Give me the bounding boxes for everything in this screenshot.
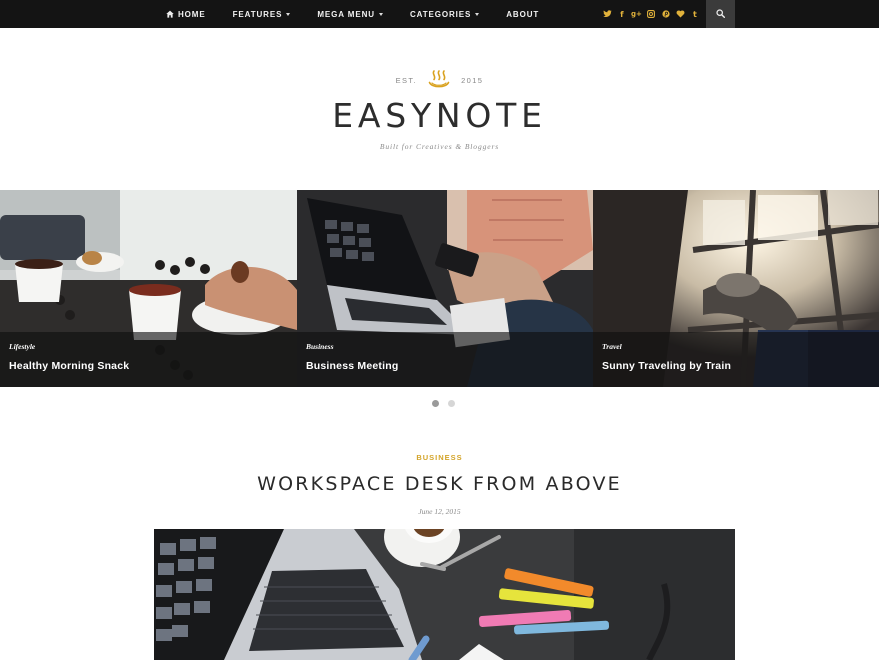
nav-features-label: FEATURES: [232, 9, 283, 19]
est-year: 2015: [461, 75, 484, 85]
chevron-down-icon: [286, 12, 291, 16]
site-title[interactable]: EASYNOTE: [0, 96, 879, 135]
heart-icon[interactable]: [673, 0, 688, 28]
slide-category[interactable]: Travel: [602, 342, 622, 351]
post-category[interactable]: BUSINESS: [0, 453, 879, 462]
steam-logo-icon: [428, 70, 450, 90]
site-tagline: Built for Creatives & Bloggers: [379, 142, 500, 151]
nav-categories-label: CATEGORIES: [409, 9, 472, 19]
social-links: f g+ t: [600, 0, 702, 28]
nav-mega-menu-label: MEGA MENU: [317, 9, 375, 19]
facebook-icon[interactable]: f: [615, 0, 630, 28]
chevron-down-icon: [378, 12, 383, 16]
main-menu: HOME FEATURES MEGA MENU CATEGORIES ABOUT: [166, 0, 566, 28]
google-plus-icon[interactable]: g+: [629, 0, 644, 28]
brand-established: EST. 2015: [0, 70, 879, 90]
slide-category[interactable]: Business: [306, 342, 334, 351]
home-icon: [166, 10, 174, 18]
slide-title[interactable]: Business Meeting: [306, 360, 398, 372]
nav-categories[interactable]: CATEGORIES: [409, 0, 480, 28]
search-button[interactable]: [706, 0, 735, 28]
nav-home-label: HOME: [178, 9, 206, 19]
slide-title[interactable]: Sunny Traveling by Train: [602, 360, 731, 372]
tumblr-icon[interactable]: t: [688, 0, 703, 28]
slider-dot-2[interactable]: [448, 400, 455, 407]
slide-healthy-morning-snack[interactable]: Lifestyle Healthy Morning Snack: [0, 190, 297, 387]
slide-title[interactable]: Healthy Morning Snack: [9, 360, 129, 372]
instagram-icon[interactable]: [644, 0, 659, 28]
post-title[interactable]: WORKSPACE DESK FROM ABOVE: [0, 473, 879, 495]
nav-features[interactable]: FEATURES: [233, 0, 291, 28]
nav-about-label: ABOUT: [506, 9, 540, 19]
pinterest-icon[interactable]: [658, 0, 673, 28]
twitter-icon[interactable]: [600, 0, 615, 28]
slide-caption: Travel Sunny Traveling by Train: [593, 332, 879, 387]
featured-slider: Lifestyle Healthy Morning Snack Business: [0, 190, 879, 387]
slider-pagination: [432, 400, 464, 407]
chevron-down-icon: [475, 12, 480, 16]
slide-category[interactable]: Lifestyle: [9, 342, 35, 351]
slide-caption: Business Business Meeting: [297, 332, 593, 387]
top-nav-bar: HOME FEATURES MEGA MENU CATEGORIES ABOUT…: [0, 0, 879, 28]
search-icon: [716, 5, 725, 23]
nav-mega-menu[interactable]: MEGA MENU: [317, 0, 383, 28]
nav-home[interactable]: HOME: [166, 0, 206, 28]
slide-business-meeting[interactable]: Business Business Meeting: [297, 190, 593, 387]
slide-caption: Lifestyle Healthy Morning Snack: [0, 332, 297, 387]
slide-sunny-traveling[interactable]: Travel Sunny Traveling by Train: [593, 190, 879, 387]
post-date: June 12, 2015: [418, 507, 461, 516]
post-featured-image[interactable]: [154, 529, 735, 660]
slider-dot-1[interactable]: [432, 400, 439, 407]
nav-about[interactable]: ABOUT: [506, 0, 539, 28]
est-label: EST.: [395, 75, 418, 85]
post-image-desk: [154, 529, 735, 660]
